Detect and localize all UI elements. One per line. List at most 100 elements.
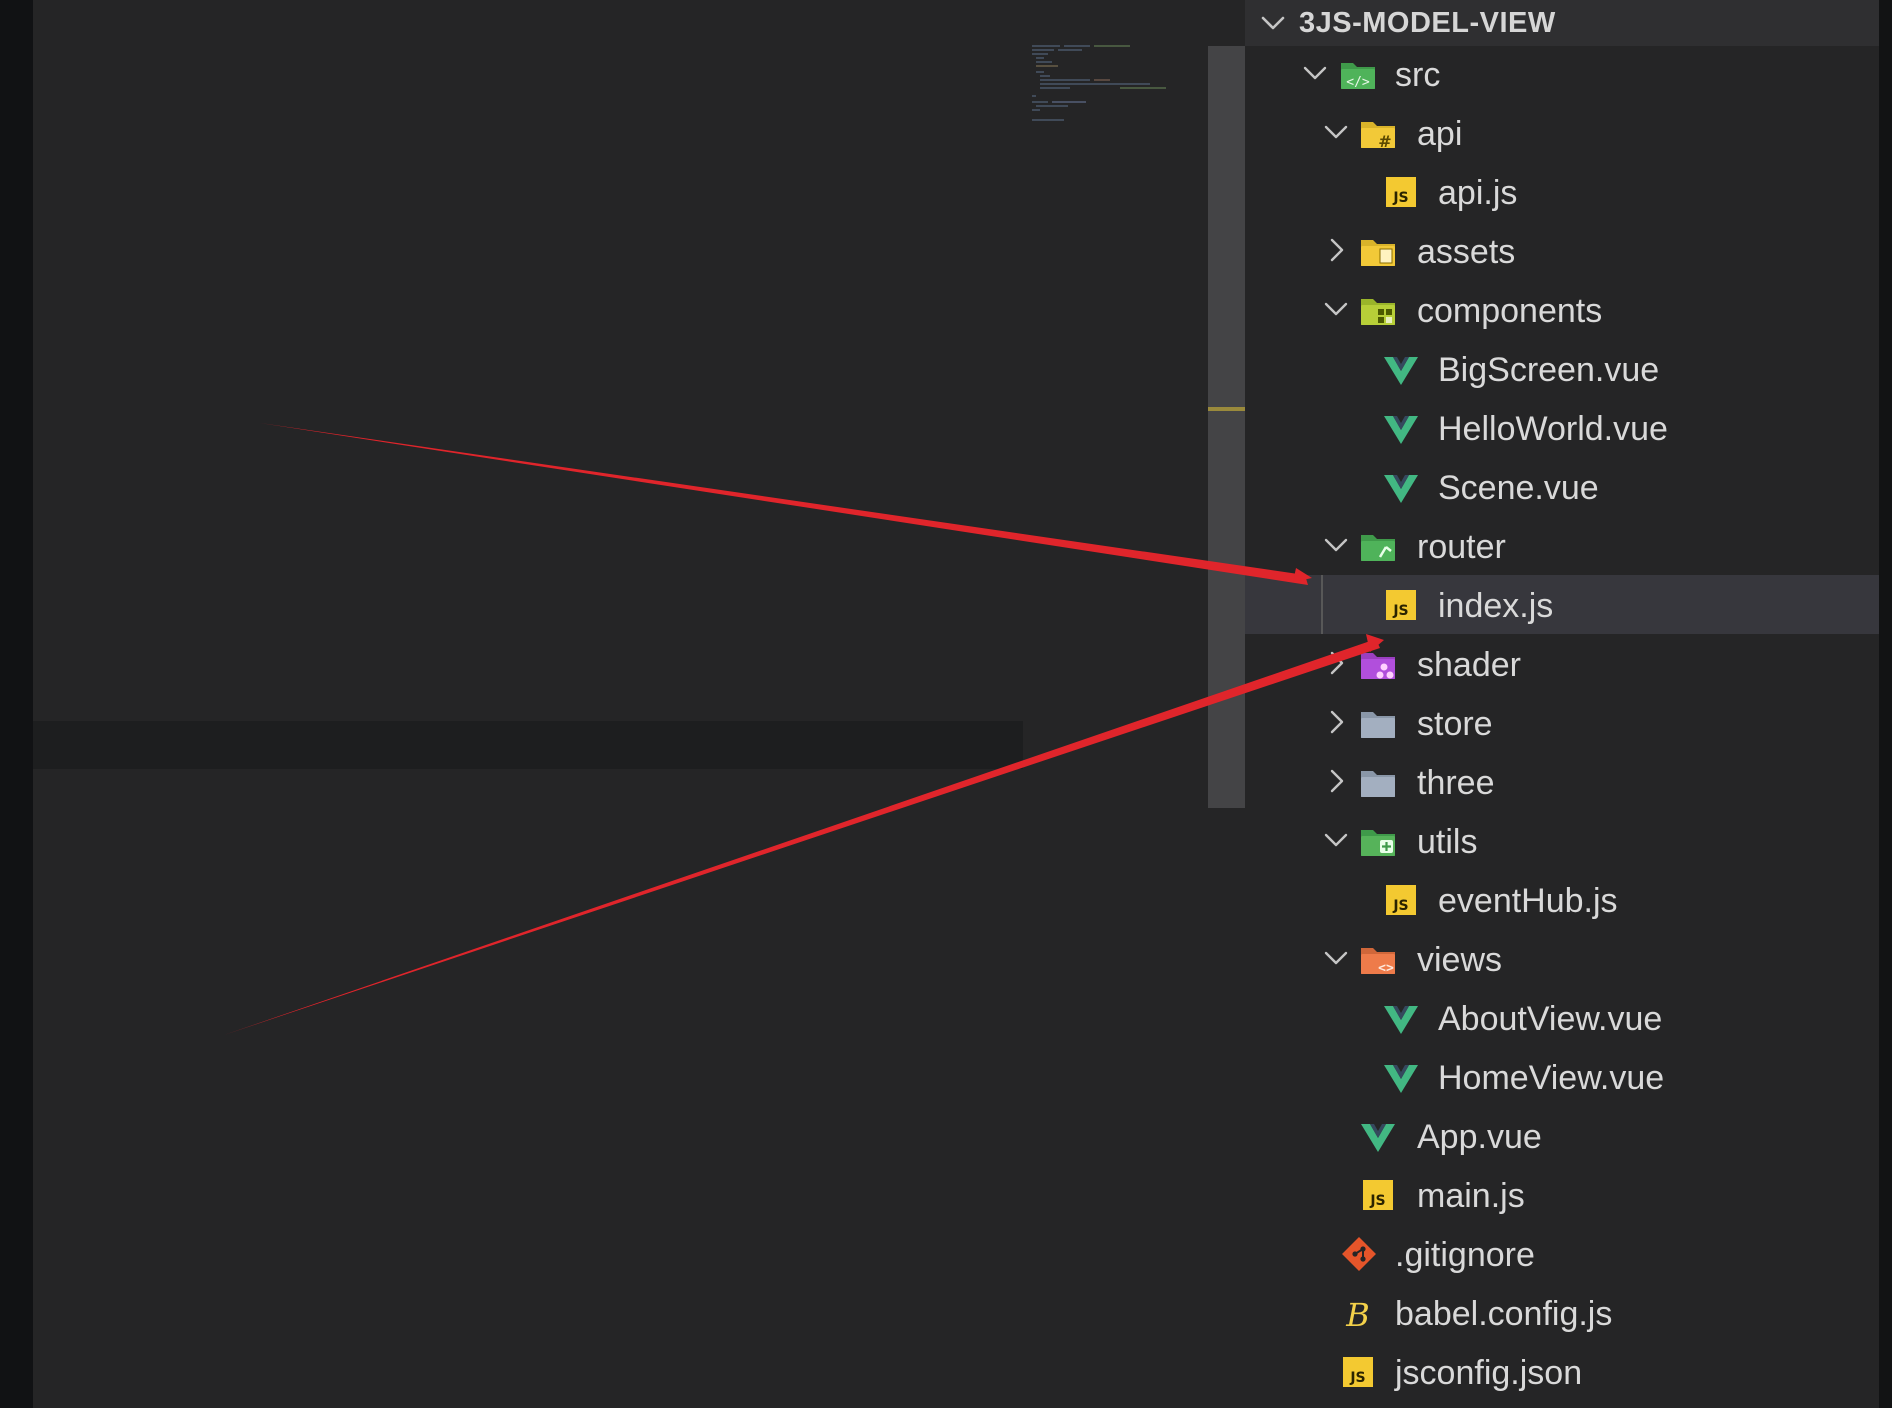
tree-item-label: .gitignore — [1395, 1236, 1535, 1274]
explorer-section-header[interactable]: 3JS-MODEL-VIEW — [1245, 0, 1879, 46]
svg-text:JS: JS — [1392, 898, 1408, 914]
jsconfig-file-icon: JS — [1343, 1357, 1373, 1387]
tree-item-aboutview-vue[interactable]: AboutView.vue — [1245, 988, 1879, 1047]
vue-file-icon — [1384, 475, 1418, 503]
tree-item-label: eventHub.js — [1438, 882, 1618, 920]
tree-item-gitignore[interactable]: .gitignore — [1245, 1224, 1879, 1283]
tree-item-assets[interactable]: assets — [1245, 221, 1879, 280]
components-folder-icon — [1361, 299, 1395, 325]
tree-item-label: babel.config.js — [1395, 1295, 1613, 1333]
vue-file-icon — [1384, 1006, 1418, 1034]
tree-item-label: App.vue — [1417, 1118, 1542, 1156]
editor-area[interactable] — [33, 0, 1208, 1408]
tree-item-shader[interactable]: shader — [1245, 634, 1879, 693]
chevron-down-icon[interactable] — [1300, 58, 1330, 88]
views-folder-icon: <> — [1361, 948, 1395, 976]
vue-file-icon — [1384, 357, 1418, 385]
svg-text:B: B — [1345, 1296, 1370, 1332]
chevron-down-icon[interactable] — [1321, 943, 1351, 973]
tree-item-homeview-vue[interactable]: HomeView.vue — [1245, 1047, 1879, 1106]
tree-item-router[interactable]: router — [1245, 516, 1879, 575]
tree-item-main-js[interactable]: JS main.js — [1245, 1165, 1879, 1224]
tree-item-label: Scene.vue — [1438, 469, 1599, 507]
svg-text:#: # — [1378, 132, 1391, 151]
editor-scrollbar[interactable] — [1208, 46, 1245, 808]
tree-item-store[interactable]: store — [1245, 693, 1879, 752]
tree-item-label: AboutView.vue — [1438, 1000, 1663, 1038]
tree-item-utils[interactable]: utils — [1245, 811, 1879, 870]
explorer-sidebar: 3JS-MODEL-VIEW public</>src#apiJSapi.jsa… — [1245, 0, 1879, 1408]
tree-item-label: api — [1417, 115, 1463, 153]
router-folder-icon — [1361, 535, 1395, 561]
tree-item-label: views — [1417, 941, 1503, 979]
tree-item-helloworld-vue[interactable]: HelloWorld.vue — [1245, 398, 1879, 457]
folder-icon — [1361, 771, 1395, 797]
tree-item-label: store — [1417, 705, 1493, 743]
tree-item-label: BigScreen.vue — [1438, 351, 1660, 389]
editor-line-highlight — [33, 721, 1023, 769]
shader-folder-icon — [1361, 653, 1395, 679]
vue-file-icon — [1384, 1065, 1418, 1093]
tree-item-api-js[interactable]: JS api.js — [1245, 162, 1879, 221]
tree-item-src[interactable]: </> src — [1245, 44, 1879, 103]
tree-item-label: jsconfig.json — [1395, 1354, 1583, 1392]
right-edge-strip — [1879, 0, 1892, 1408]
chevron-down-icon[interactable] — [1321, 825, 1351, 855]
svg-text:<>: <> — [1378, 961, 1394, 976]
tree-item-components[interactable]: components — [1245, 280, 1879, 339]
tree-item-jsconfig-json[interactable]: JS jsconfig.json — [1245, 1342, 1879, 1401]
chevron-right-icon[interactable] — [1321, 707, 1351, 737]
tree-item-app-vue[interactable]: App.vue — [1245, 1106, 1879, 1165]
svg-text:JS: JS — [1349, 1370, 1365, 1386]
utils-folder-icon — [1361, 830, 1395, 856]
tree-item-eventhub-js[interactable]: JS eventHub.js — [1245, 870, 1879, 929]
chevron-down-icon[interactable] — [1321, 530, 1351, 560]
vue-file-icon — [1384, 416, 1418, 444]
tree-item-label: HelloWorld.vue — [1438, 410, 1668, 448]
api-folder-icon: # — [1361, 122, 1395, 151]
minimap[interactable] — [1030, 44, 1170, 134]
chevron-down-icon[interactable] — [1257, 7, 1289, 39]
tree-item-views[interactable]: <> views — [1245, 929, 1879, 988]
tree-item-index-js[interactable]: JS index.js — [1245, 575, 1879, 634]
js-file-icon: JS — [1386, 590, 1416, 620]
scrollbar-marker — [1208, 407, 1245, 411]
chevron-right-icon[interactable] — [1321, 766, 1351, 796]
tree-item-label: utils — [1417, 823, 1478, 861]
js-file-icon: JS — [1386, 885, 1416, 915]
git-icon — [1342, 1237, 1376, 1271]
tree-item-label: router — [1417, 528, 1506, 566]
svg-text:</>: </> — [1346, 75, 1370, 90]
assets-folder-icon — [1361, 240, 1395, 266]
chevron-down-icon[interactable] — [1321, 294, 1351, 324]
chevron-down-icon[interactable] — [1321, 117, 1351, 147]
tree-item-label: shader — [1417, 646, 1521, 684]
folder-icon — [1361, 712, 1395, 738]
js-file-icon: JS — [1363, 1180, 1393, 1210]
chevron-right-icon[interactable] — [1321, 235, 1351, 265]
tree-item-bigscreen-vue[interactable]: BigScreen.vue — [1245, 339, 1879, 398]
tree-item-label: HomeView.vue — [1438, 1059, 1665, 1097]
tree-item-scene-vue[interactable]: Scene.vue — [1245, 457, 1879, 516]
tree-item-label: main.js — [1417, 1177, 1525, 1215]
project-title: 3JS-MODEL-VIEW — [1299, 7, 1556, 39]
tree-item-api[interactable]: # api — [1245, 103, 1879, 162]
svg-text:JS: JS — [1392, 190, 1408, 206]
indent-guide — [1321, 575, 1323, 634]
tree-item-label: assets — [1417, 233, 1516, 271]
svg-text:JS: JS — [1369, 1193, 1385, 1209]
tree-item-label: index.js — [1438, 587, 1554, 625]
left-edge-strip — [0, 0, 33, 1408]
vue-file-icon — [1361, 1124, 1395, 1152]
chevron-right-icon[interactable] — [1321, 648, 1351, 678]
tree-item-label: three — [1417, 764, 1495, 802]
tree-item-label: src — [1395, 56, 1441, 94]
svg-text:JS: JS — [1392, 603, 1408, 619]
tree-item-babel-config-js[interactable]: Bbabel.config.js — [1245, 1283, 1879, 1342]
tree-item-label: api.js — [1438, 174, 1518, 212]
tree-item-label: components — [1417, 292, 1603, 330]
js-file-icon: JS — [1386, 177, 1416, 207]
babel-icon: B — [1345, 1296, 1370, 1332]
tree-item-three[interactable]: three — [1245, 752, 1879, 811]
src-folder-icon: </> — [1341, 63, 1375, 90]
